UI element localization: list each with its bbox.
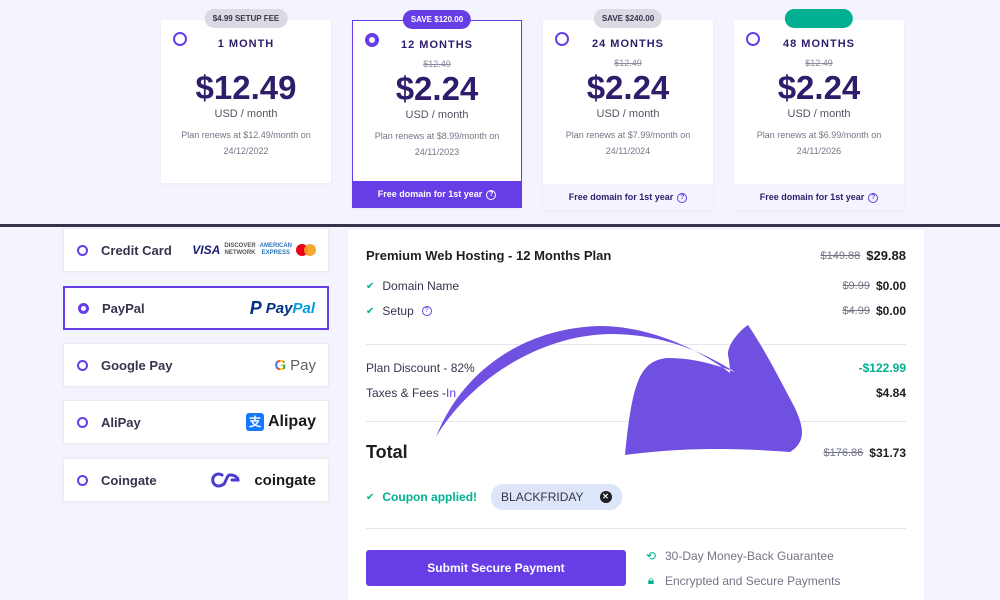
plan-old-price: $12.49 [423,59,451,69]
order-summary: Premium Web Hosting - 12 Months Plan $14… [348,230,924,600]
plan-price: $2.24 [777,69,861,106]
coupon-code: BLACKFRIDAY [501,490,584,504]
help-icon[interactable]: ? [421,306,432,316]
save-badge: SAVE $240.00 [593,9,663,28]
check-icon: ✔ [366,491,375,503]
payment-radio[interactable] [77,244,88,256]
plan-unit: USD / month [405,109,469,121]
coupon-chip: BLACKFRIDAY ✕ [491,484,622,510]
payment-radio[interactable] [77,474,88,486]
payment-label: Credit Card [101,242,172,258]
plan-price: $2.24 [586,69,670,106]
payment-method-paypal[interactable]: PayPal P PayPal [63,286,329,330]
payment-radio-selected[interactable] [78,302,89,314]
help-icon[interactable]: ? [486,189,497,200]
payment-method-coingate[interactable]: Coingate coingate [63,458,329,502]
total-old: $176.86 [823,446,864,459]
remove-coupon-icon[interactable]: ✕ [599,491,612,503]
submit-payment-button[interactable]: Submit Secure Payment [366,550,626,586]
check-icon: ✔ [366,280,375,292]
paypal-logo: P PayPal [249,297,315,318]
coupon-row: ✔ Coupon applied! BLACKFRIDAY ✕ [366,484,622,510]
plan-radio-selected[interactable] [365,33,379,47]
discount-value: -$122.99 [858,361,906,375]
payment-method-google-pay[interactable]: Google Pay G Pay [63,343,329,387]
coingate-logo: coingate [210,472,316,489]
payment-radio[interactable] [77,416,88,428]
plan-old-price: $12.49 [805,58,833,68]
visa-logo: VISA [192,243,221,257]
divider [366,528,906,529]
plan-price: $29.88 [866,248,906,263]
plan-selector: $4.99 SETUP FEE 1 MONTH $12.49 USD / mon… [0,0,1000,225]
plan-unit: USD / month [787,108,851,120]
payment-label: Coingate [101,472,157,488]
divider [366,344,906,345]
paypal-mark-icon: P [249,297,262,318]
coupon-status: Coupon applied! [382,490,478,504]
payment-radio[interactable] [77,359,88,371]
taxes-value: $4.84 [875,386,906,400]
plan-card-48-months[interactable]: SAVE $480.00 48 MONTHS $12.49 $2.24 USD … [734,9,904,210]
plan-old-price: $149.88 [820,249,861,262]
plan-renewal: Plan renews at $6.99/month on 24/11/2026 [756,130,882,156]
taxes-row: Taxes & Fees - In $4.84 [366,386,906,400]
section-divider [0,224,1000,227]
check-icon: ✔ [366,305,375,317]
mastercard-logo [296,244,316,256]
taxes-info-link[interactable]: In [446,386,456,400]
discount-row: Plan Discount - 82% -$122.99 [366,361,906,375]
free-domain-banner: Free domain for 1st year? [734,184,904,210]
plan-card-12-months[interactable]: SAVE $120.00 12 MONTHS $12.49 $2.24 USD … [352,10,522,208]
total-row: Total $176.86 $31.73 [366,442,906,462]
plan-renewal: Plan renews at $7.99/month on 24/11/2024 [565,130,691,156]
card-logos: VISA DISCOVER NETWORK AMERICAN EXPRESS [192,243,316,257]
plan-price: $12.49 [195,69,297,106]
plan-renewal: Plan renews at $12.49/month on 24/12/2022 [181,130,311,156]
coingate-mark-icon [211,472,240,488]
divider [366,421,906,422]
help-icon[interactable]: ? [677,192,688,203]
payment-method-credit-card[interactable]: Credit Card VISA DISCOVER NETWORK AMERICA… [63,228,329,272]
payment-method-alipay[interactable]: AliPay 支 Alipay [63,400,329,444]
google-g-icon: G [274,356,287,374]
plan-renewal: Plan renews at $8.99/month on 24/11/2023 [374,131,500,157]
secure-note: 🔒︎ Encrypted and Secure Payments [645,573,841,588]
save-badge: SAVE $480.00 [784,9,854,28]
plan-title: Premium Web Hosting - 12 Months Plan [366,248,612,263]
line-item-domain: ✔ Domain Name $9.99 $0.00 [366,279,906,293]
plan-radio[interactable] [173,32,187,46]
plan-unit: USD / month [214,108,278,120]
lock-icon: 🔒︎ [647,573,655,587]
save-badge: SAVE $120.00 [402,10,472,29]
payment-label: AliPay [101,414,141,430]
total-value: $31.73 [869,445,906,460]
plan-unit: USD / month [596,108,660,120]
payment-label: PayPal [102,300,145,316]
discover-logo: DISCOVER NETWORK [224,243,256,256]
plan-card-24-months[interactable]: SAVE $240.00 24 MONTHS $12.49 $2.24 USD … [543,9,713,210]
alipay-mark-icon: 支 [245,413,264,431]
plan-radio[interactable] [555,32,569,46]
alipay-logo: 支 Alipay [245,413,316,431]
plan-line: Premium Web Hosting - 12 Months Plan $14… [366,248,906,263]
history-icon: ⟲ [645,549,657,563]
google-pay-logo: G Pay [274,356,316,374]
plan-old-price: $12.49 [614,58,642,68]
setup-fee-badge: $4.99 SETUP FEE [204,9,288,28]
guarantee-note: ⟲ 30-Day Money-Back Guarantee [645,549,834,563]
plan-radio[interactable] [746,32,760,46]
line-item-setup: ✔ Setup? $4.99 $0.00 [366,304,906,318]
free-domain-banner: Free domain for 1st year? [543,184,713,210]
plan-price: $2.24 [395,70,479,107]
payment-label: Google Pay [101,357,173,373]
plan-card-1-month[interactable]: $4.99 SETUP FEE 1 MONTH $12.49 USD / mon… [161,9,331,183]
free-domain-banner: Free domain for 1st year? [353,181,521,207]
amex-logo: AMERICAN EXPRESS [259,243,292,256]
help-icon[interactable]: ? [868,192,879,203]
